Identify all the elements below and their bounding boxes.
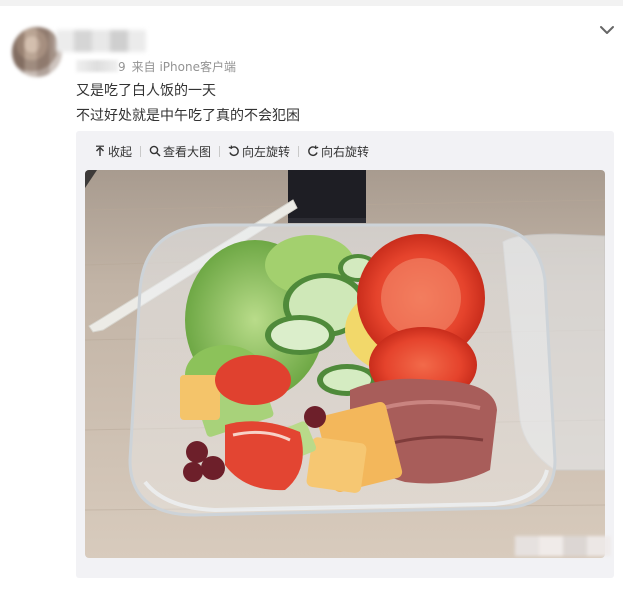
view-large-button[interactable]: 查看大图 bbox=[149, 143, 211, 160]
post-meta: 9 来自 iPhone客户端 bbox=[76, 58, 236, 75]
collapse-label: 收起 bbox=[108, 144, 133, 159]
image-toolbar: 收起 查看大图 向左旋转 向右旋转 bbox=[94, 142, 369, 160]
post-date[interactable]: 9 bbox=[118, 60, 126, 74]
watermark-blurred bbox=[515, 536, 611, 556]
search-icon bbox=[149, 145, 161, 157]
rotate-left-label: 向左旋转 bbox=[242, 144, 291, 159]
post-text-line-2: 不过好处就是中午吃了真的不会犯困 bbox=[76, 108, 300, 124]
collapse-arrow-icon bbox=[96, 145, 104, 156]
date-blurred bbox=[76, 60, 118, 72]
drink-cup bbox=[288, 170, 366, 222]
post-source: 来自 iPhone客户端 bbox=[131, 60, 236, 74]
rotate-left-icon bbox=[228, 145, 239, 157]
rotate-right-label: 向右旋转 bbox=[321, 144, 370, 159]
tomato-slice-inner bbox=[381, 258, 461, 338]
rotate-right-button[interactable]: 向右旋转 bbox=[307, 143, 369, 160]
username-blurred[interactable] bbox=[56, 30, 146, 52]
rotate-left-button[interactable]: 向左旋转 bbox=[228, 143, 290, 160]
top-divider bbox=[0, 0, 623, 6]
chevron-down-icon[interactable] bbox=[597, 20, 617, 40]
collapse-button[interactable]: 收起 bbox=[94, 143, 132, 160]
rotate-right-icon bbox=[308, 145, 319, 157]
toolbar-divider bbox=[140, 145, 142, 157]
post-photo[interactable] bbox=[85, 170, 605, 558]
view-large-label: 查看大图 bbox=[163, 144, 212, 159]
toolbar-divider bbox=[219, 145, 221, 157]
post-text-line-1: 又是吃了白人饭的一天 bbox=[76, 83, 216, 99]
avatar[interactable] bbox=[12, 27, 62, 77]
drink-cup-rim bbox=[288, 218, 366, 223]
toolbar-divider bbox=[298, 145, 300, 157]
